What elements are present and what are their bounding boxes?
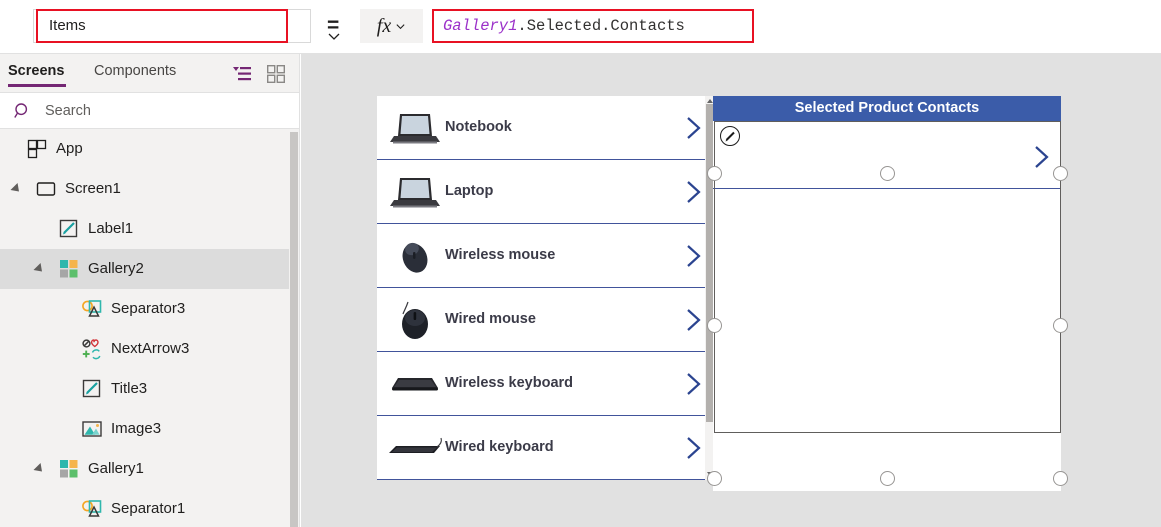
product-gallery-item[interactable]: Wired keyboard [377, 416, 714, 480]
selection-handle-middle-right[interactable] [1053, 318, 1068, 333]
tree-item-app[interactable]: App [0, 129, 299, 169]
product-gallery-item[interactable]: Wireless keyboard [377, 352, 714, 416]
tree-item-label: NextArrow3 [111, 340, 190, 357]
tree-item-gallery1[interactable]: Gallery1 [0, 449, 299, 489]
left-sidebar: Screens Components AppScre [0, 54, 300, 527]
separator-icon [82, 300, 102, 317]
property-name-value: Items [49, 17, 86, 34]
gallery-icon [60, 260, 78, 278]
power-apps-studio: Items = fx Gallery1 .Selected.Contacts Sc… [0, 0, 1161, 527]
chevron-right-icon[interactable] [685, 307, 703, 333]
edit-badge[interactable] [720, 126, 740, 146]
tree-item-label: Screen1 [65, 180, 121, 197]
wireless-mouse-image [402, 242, 428, 273]
tree-item-gallery2[interactable]: Gallery2 [0, 249, 299, 289]
chevron-right-icon[interactable] [685, 243, 703, 269]
tree-item-title3[interactable]: Title3 [0, 369, 299, 409]
contacts-gallery-header[interactable]: Selected Product Contacts [713, 96, 1061, 121]
pencil-icon [725, 131, 735, 141]
screen-icon [36, 182, 56, 196]
formula-identifier: Gallery1 [443, 16, 518, 35]
wired-keyboard-image [389, 437, 442, 453]
formula-bar: Items = fx Gallery1 .Selected.Contacts [0, 0, 1161, 54]
tree-item-label: Image3 [111, 420, 162, 437]
tree-item-label: Gallery2 [88, 260, 144, 277]
tree-item-label: App [56, 140, 83, 157]
sidebar-tabs: Screens Components [0, 54, 299, 92]
selection-handle-top-left[interactable] [707, 166, 722, 181]
chevron-down-icon [396, 23, 405, 29]
app-icon [27, 139, 47, 159]
nextarrow-icon [82, 339, 101, 360]
tree-item-label: Title3 [111, 380, 148, 397]
notebook-image [390, 113, 440, 143]
label-icon [59, 219, 78, 238]
formula-rest: .Selected.Contacts [517, 16, 685, 35]
expand-caret-icon[interactable] [10, 182, 23, 196]
gallery-icon [60, 460, 78, 478]
component-tree: App Screen1 Label1 Gallery2 Separator3 NextAr… [0, 129, 299, 527]
fx-button[interactable]: fx [360, 9, 423, 43]
product-title: Wireless keyboard [445, 375, 574, 391]
tree-item-label: Gallery1 [88, 460, 144, 477]
search-box[interactable] [0, 92, 299, 129]
tree-item-label1[interactable]: Label1 [0, 209, 299, 249]
expand-caret-icon[interactable] [33, 462, 46, 476]
selection-handle-middle-left[interactable] [707, 318, 722, 333]
products-gallery-scrollbar-thumb[interactable] [706, 104, 713, 422]
search-icon [14, 102, 28, 118]
laptop-image [390, 177, 440, 207]
tree-item-image3[interactable]: Image3 [0, 409, 299, 449]
product-title: Wired keyboard [445, 439, 554, 455]
equals-sign: = [327, 14, 340, 37]
product-gallery-item[interactable]: Laptop [377, 160, 714, 224]
product-title: Notebook [445, 119, 512, 135]
product-gallery-item[interactable]: Wired mouse [377, 288, 714, 352]
products-gallery[interactable]: Notebook Laptop Wireless mouse Wired mouse W… [377, 96, 714, 480]
tab-screens[interactable]: Screens [8, 63, 64, 80]
selection-handle-top-right[interactable] [1053, 166, 1068, 181]
product-gallery-item[interactable]: Wireless mouse [377, 224, 714, 288]
tree-item-separator1[interactable]: Separator1 [0, 489, 299, 527]
separator-icon [82, 500, 102, 517]
product-title: Wired mouse [445, 311, 536, 327]
selection-handle-bottom-right[interactable] [1053, 471, 1068, 486]
image-icon [82, 421, 102, 437]
sidebar-scrollbar-thumb[interactable] [290, 132, 298, 527]
product-gallery-item[interactable]: Notebook [377, 96, 714, 160]
chevron-right-icon[interactable] [685, 115, 703, 141]
tree-view-icon[interactable] [232, 65, 252, 83]
selection-handle-bottom-center[interactable] [879, 471, 895, 486]
contacts-gallery-header-label: Selected Product Contacts [794, 100, 980, 116]
wireless-keyboard-image [392, 377, 438, 390]
tree-item-label: Label1 [88, 220, 134, 237]
tree-item-label: Separator1 [111, 500, 186, 517]
wired-mouse-image [402, 301, 428, 339]
tree-item-nextarrow3[interactable]: NextArrow3 [0, 329, 299, 369]
tab-components[interactable]: Components [94, 63, 176, 80]
chevron-right-icon[interactable] [685, 435, 703, 461]
selection-handle-top-center[interactable] [879, 166, 895, 181]
product-title: Laptop [445, 183, 494, 199]
tab-screens-underline [8, 84, 66, 87]
chevron-right-icon[interactable] [1033, 144, 1051, 170]
tree-item-screen1[interactable]: Screen1 [0, 169, 299, 209]
chevron-right-icon[interactable] [685, 371, 703, 397]
product-title: Wireless mouse [445, 247, 556, 263]
selection-handle-bottom-left[interactable] [707, 471, 722, 486]
fx-label: fx [376, 15, 392, 37]
tree-item-label: Separator3 [111, 300, 186, 317]
label-icon [82, 379, 101, 398]
chevron-right-icon[interactable] [685, 179, 703, 205]
formula-input[interactable]: Gallery1 .Selected.Contacts [432, 9, 754, 43]
tree-item-separator3[interactable]: Separator3 [0, 289, 299, 329]
expand-caret-icon[interactable] [33, 262, 46, 276]
app-canvas: Notebook Laptop Wireless mouse Wired mouse W… [301, 54, 1161, 527]
search-input[interactable] [43, 101, 267, 120]
grid-view-icon[interactable] [267, 65, 285, 83]
